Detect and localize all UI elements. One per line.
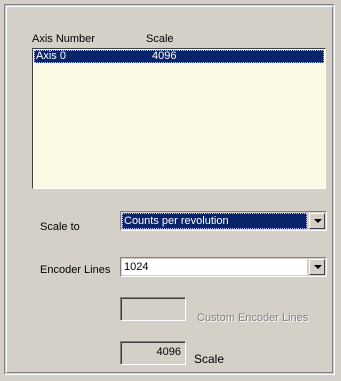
encoder-lines-label: Encoder Lines: [40, 264, 111, 276]
axis-list[interactable]: Axis 0 4096: [32, 48, 326, 189]
encoder-lines-dropdown[interactable]: 1024: [120, 257, 327, 277]
list-header: Axis Number Scale: [32, 33, 332, 47]
row-scale-cell: 4096: [152, 50, 177, 62]
row-axis-cell: Axis 0: [36, 50, 66, 62]
list-row-axis-0[interactable]: Axis 0 4096: [34, 50, 324, 63]
scale-field-value: 4096: [156, 346, 181, 358]
scale-to-dropdown-button[interactable]: [309, 213, 325, 229]
column-header-axis-number[interactable]: Axis Number: [32, 33, 95, 45]
encoder-lines-dropdown-button[interactable]: [309, 259, 325, 275]
edit-bevel: [121, 298, 185, 320]
scale-label: Scale: [194, 352, 225, 366]
custom-encoder-lines-label: Custom Encoder Lines: [197, 312, 309, 324]
chevron-down-icon: [314, 265, 322, 269]
column-header-scale[interactable]: Scale: [146, 33, 174, 45]
scale-to-dropdown[interactable]: Counts per revolution: [120, 211, 327, 231]
scale-field: 4096: [120, 341, 186, 365]
chevron-down-icon: [314, 219, 322, 223]
scale-to-label: Scale to: [40, 221, 80, 233]
custom-encoder-lines-field[interactable]: [120, 297, 186, 321]
encoder-lines-value: 1024: [122, 259, 307, 275]
scale-to-value: Counts per revolution: [122, 213, 307, 229]
